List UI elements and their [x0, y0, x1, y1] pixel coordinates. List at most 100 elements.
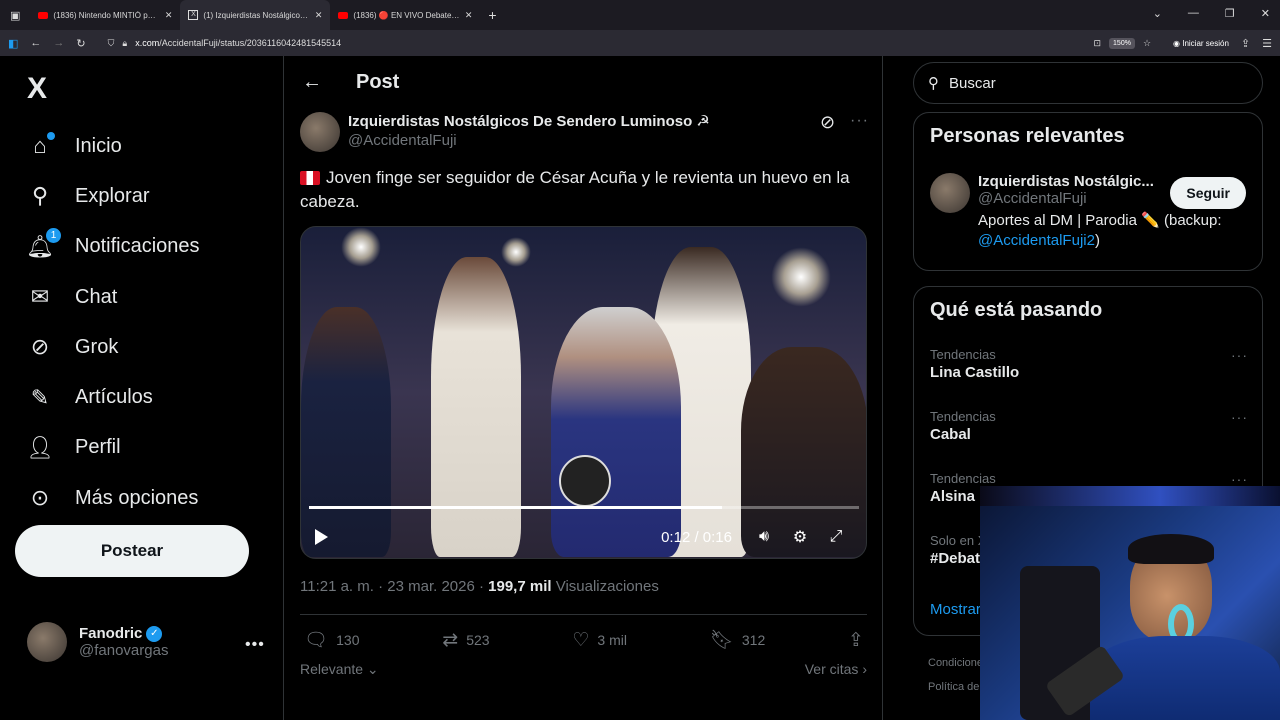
close-icon[interactable]: ✕ [165, 10, 173, 21]
more-icon[interactable]: ··· [1231, 471, 1248, 487]
address-bar[interactable]: ⛉ 🔒︎ x.com/AccidentalFuji/status/2036116… [98, 33, 1161, 53]
close-icon[interactable]: ✕ [315, 10, 323, 21]
x-icon: X [188, 10, 199, 20]
video-progress-bar[interactable] [309, 506, 859, 509]
tweet-body: Joven finge ser seguidor de César Acuña … [300, 168, 850, 211]
avatar[interactable] [930, 173, 970, 213]
search-icon: ⚲ [31, 183, 49, 209]
nav-item-home[interactable]: ⌂ Inicio [27, 121, 200, 171]
browser-tab-1[interactable]: (1836) Nintendo MINTIÓ para l ✕ [30, 0, 180, 30]
bio-link[interactable]: @AccidentalFuji2 [978, 232, 1095, 249]
nav-item-grok[interactable]: ⊘ Grok [27, 322, 200, 372]
window-controls: ⌄ — ❐ ✕ [1153, 7, 1270, 20]
close-icon[interactable]: ✕ [465, 10, 473, 21]
youtube-icon [338, 11, 349, 19]
peru-flag-icon [300, 171, 320, 185]
browser-toolbar: ◧ ← → ↻ ⛉ 🔒︎ x.com/AccidentalFuji/status… [0, 30, 1280, 56]
footer-link[interactable]: Política de [928, 681, 979, 693]
reply-icon: 🗨︎ [304, 630, 329, 651]
trend-item[interactable]: Tendencias Cabal ··· [930, 409, 1248, 443]
avatar[interactable] [300, 112, 340, 152]
nav-item-explore[interactable]: ⚲ Explorar [27, 171, 200, 221]
back-icon[interactable]: ← [30, 37, 41, 49]
more-icon[interactable]: ••• [245, 636, 265, 654]
chevron-down-icon[interactable]: ⌄ [1153, 7, 1162, 20]
more-icon[interactable]: ··· [1231, 409, 1248, 425]
video-controls: 0:12 / 0:16 🔊︎ ⚙ ⤢ [301, 519, 866, 555]
watermark-logo [559, 455, 611, 507]
search-input[interactable]: ⚲ Buscar [913, 62, 1263, 104]
main-column: ← Post Izquierdistas Nostálgicos De Send… [283, 56, 883, 720]
reader-icon[interactable]: ⊡ [1093, 38, 1101, 49]
forward-icon[interactable]: → [53, 37, 64, 49]
extensions-icon[interactable]: ⇪ [1241, 37, 1250, 50]
settings-icon[interactable]: ⚙ [782, 527, 818, 547]
shield-icon: ⛉ [107, 37, 115, 48]
tweet-actions: 🗨︎ 130 ⇄ 523 ♡ 3 mil 🔖︎ 312 ⇪ [304, 628, 864, 652]
bookmark-icon: 🔖︎ [709, 630, 734, 651]
video-player[interactable]: 0:12 / 0:16 🔊︎ ⚙ ⤢ [300, 226, 867, 559]
trend-name: Lina Castillo [930, 364, 1020, 381]
restore-icon[interactable]: ❐ [1225, 7, 1235, 20]
nav-item-profile[interactable]: 👤︎ Perfil [26, 423, 200, 473]
login-button[interactable]: ◉ Iniciar sesión [1173, 39, 1229, 48]
avatar [27, 622, 67, 662]
sort-dropdown[interactable]: Relevante ⌄ [300, 661, 379, 678]
progress-fill [309, 506, 722, 509]
nav-item-notifications[interactable]: 🔔︎ 1 Notificaciones [26, 222, 200, 272]
tab-list-icon[interactable]: ▣ [0, 9, 30, 22]
star-icon[interactable]: ☆ [1143, 38, 1151, 49]
more-icon[interactable]: ··· [1231, 347, 1248, 363]
mail-icon: ✉ [30, 284, 50, 310]
notification-badge: 1 [46, 227, 61, 243]
home-icon: ⌂ [27, 132, 55, 159]
divider [300, 614, 867, 615]
minimize-icon[interactable]: — [1188, 7, 1199, 20]
person-name[interactable]: Izquierdistas Nostálgic... [978, 173, 1168, 190]
trend-item[interactable]: Tendencias Lina Castillo ··· [930, 347, 1248, 381]
bookmark-button[interactable]: 🔖︎ 312 [710, 628, 765, 652]
bell-icon: 🔔︎ 1 [26, 227, 61, 260]
nav-label: Grok [75, 335, 119, 358]
tweet-timestamp[interactable]: 11:21 a. m. · 23 mar. 2026 · [300, 578, 488, 595]
grok-icon[interactable]: ⊘ [820, 112, 835, 133]
reload-icon[interactable]: ↻ [76, 37, 85, 50]
new-tab-button[interactable]: + [480, 7, 504, 23]
share-button[interactable]: ⇪ [848, 628, 864, 652]
trend-context: Tendencias [930, 471, 996, 486]
account-name: Fanodric [79, 625, 143, 642]
youtube-icon [38, 11, 49, 19]
nav-item-articles[interactable]: ✎ Artículos [27, 372, 200, 422]
nav-item-chat[interactable]: ✉ Chat [27, 272, 200, 322]
close-window-icon[interactable]: ✕ [1261, 7, 1270, 20]
zoom-level[interactable]: 150% [1109, 37, 1135, 49]
sidebar-toggle-icon[interactable]: ◧ [8, 37, 18, 50]
reply-button[interactable]: 🗨︎ 130 [304, 628, 359, 652]
fullscreen-icon[interactable]: ⤢ [818, 528, 854, 546]
x-logo-icon[interactable]: X [27, 72, 47, 106]
back-arrow-icon[interactable]: ← [302, 71, 322, 94]
quotes-label: Ver citas [804, 661, 859, 677]
author-handle[interactable]: @AccidentalFuji [348, 132, 710, 149]
trend-context: Tendencias [930, 347, 996, 362]
views-count: 199,7 mil [488, 578, 552, 595]
tweet-author[interactable]: Izquierdistas Nostálgicos De Sendero Lum… [300, 112, 710, 152]
show-more-link[interactable]: Mostrar [930, 601, 981, 618]
menu-icon[interactable]: ☰ [1262, 37, 1272, 50]
post-button[interactable]: Postear [15, 525, 249, 577]
nav-item-more[interactable]: ⊙ Más opciones [27, 473, 200, 523]
browser-tab-3[interactable]: (1836) 🔴 EN VIVO Debate pres ✕ [330, 0, 480, 30]
like-button[interactable]: ♡ 3 mil [572, 628, 627, 652]
repost-button[interactable]: ⇄ 523 [442, 628, 489, 652]
more-icon[interactable]: ··· [850, 112, 869, 130]
left-sidebar: X ⌂ Inicio ⚲ Explorar 🔔︎ 1 Notificaciones… [0, 56, 283, 720]
follow-button[interactable]: Seguir [1170, 177, 1246, 209]
webcam-overlay [980, 486, 1280, 720]
reply-sort-bar: Relevante ⌄ Ver citas › [300, 661, 867, 678]
volume-icon[interactable]: 🔊︎ [746, 528, 782, 546]
account-switcher[interactable]: Fanodric ✓ @fanovargas [27, 622, 168, 662]
play-icon[interactable] [315, 529, 328, 545]
author-name[interactable]: Izquierdistas Nostálgicos De Sendero Lum… [348, 112, 710, 130]
browser-tab-2[interactable]: X (1) Izquierdistas Nostálgicos De ✕ [180, 0, 331, 30]
view-quotes-link[interactable]: Ver citas › [805, 661, 867, 678]
